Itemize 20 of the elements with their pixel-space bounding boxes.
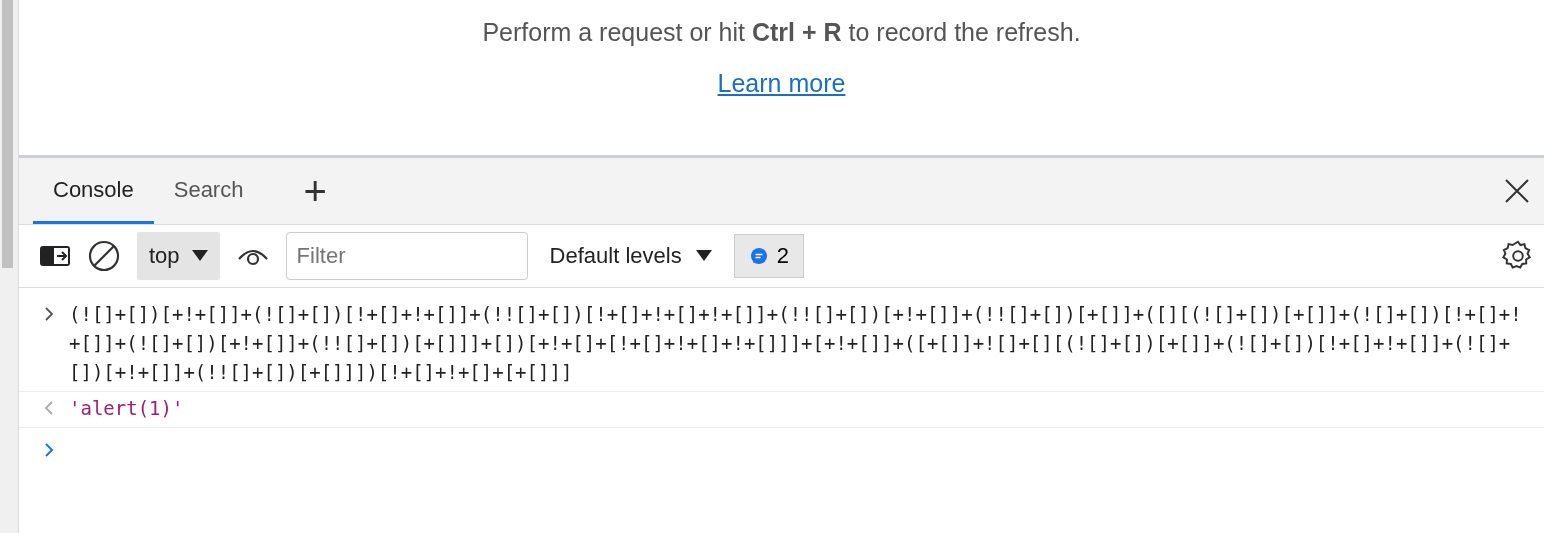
- prompt-chevron-icon[interactable]: [43, 442, 55, 458]
- clear-console-icon[interactable]: [87, 239, 121, 273]
- caret-icon: [191, 250, 208, 262]
- learn-more-link[interactable]: Learn more: [717, 69, 846, 98]
- close-icon[interactable]: [1504, 178, 1530, 204]
- caret-icon: [695, 250, 712, 262]
- result-chevron-icon: [43, 400, 55, 416]
- message-icon: [748, 246, 769, 266]
- filter-field[interactable]: Filter: [285, 232, 528, 280]
- context-dropdown[interactable]: top: [137, 232, 220, 280]
- input-chevron-icon: [43, 306, 55, 322]
- add-tab-button[interactable]: +: [283, 158, 347, 224]
- sidebar-toggle-icon[interactable]: [39, 245, 71, 267]
- message-count-button[interactable]: 2: [733, 234, 804, 278]
- console-result-text: 'alert(1)': [69, 396, 184, 421]
- levels-dropdown[interactable]: Default levels: [543, 242, 718, 270]
- record-hint: Perform a request or hit Ctrl + R to record the refresh.: [482, 18, 1081, 47]
- console-input-text: (![]+[])[+!+[]]+(![]+[])[!+[]+!+[]]+(!![]+[])[!+[]+!+[]+!+[]]+(!![]+[])[+!+[]]+(!![]+[])[+[]]+([][(![]+[])[+[]]+(![]+[])[!+[]+!+[]]+(![]+[])[+!+[]]+(!![]+[])[+[]]]+[])[+!+[]+[!+[]+!+[]+!+[]]]+[+!+[]]+([+[]]+![]+[][(![]+[])[+[]]+(![]+[])[!+[]+!+[]]+(![]+[])[+!+[]]+(!![]+[])[+[]]])[!+[]+!+[]+[+[]]]: [69, 302, 1523, 385]
- tab[interactable]: Search: [153, 158, 264, 224]
- scrollbar-thumb[interactable]: [2, 0, 13, 268]
